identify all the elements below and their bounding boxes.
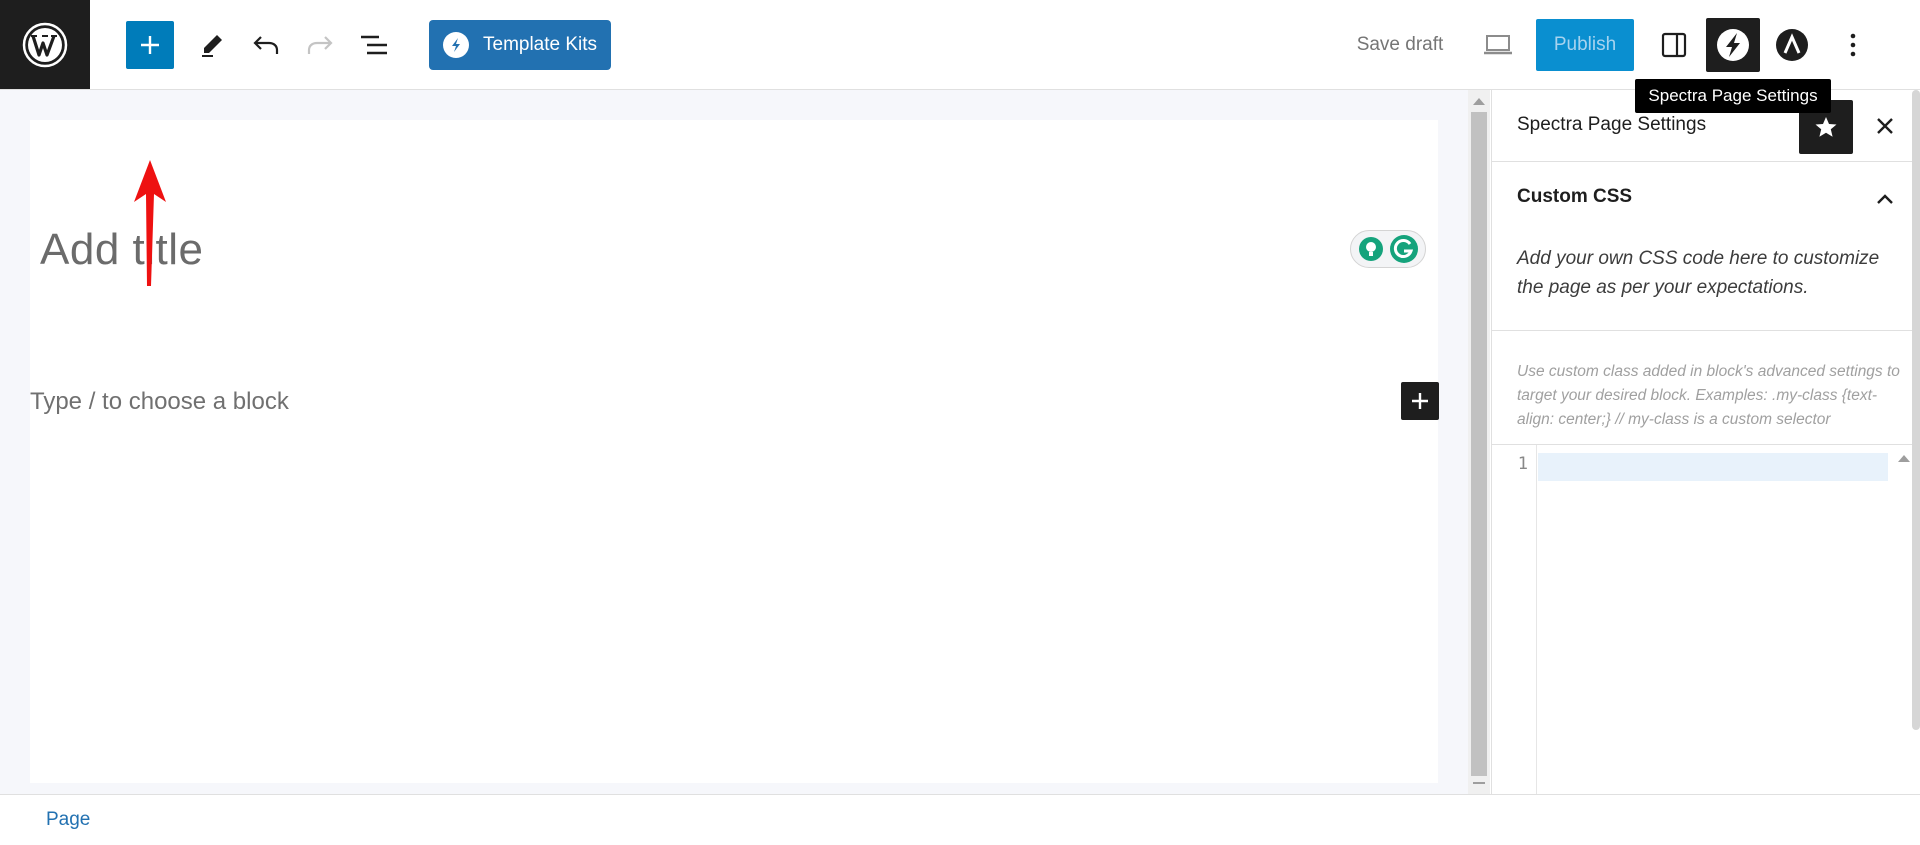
editor-header: Template Kits Save draft Publish — [0, 0, 1920, 90]
wordpress-logo-icon — [22, 22, 68, 67]
wordpress-logo-button[interactable] — [0, 0, 90, 89]
spectra-icon — [443, 32, 469, 58]
pencil-icon — [202, 35, 222, 57]
add-block-button[interactable] — [1401, 382, 1439, 420]
sidebar-scrollbar[interactable] — [1912, 90, 1920, 730]
preview-button[interactable] — [1476, 23, 1520, 67]
scroll-up-arrow[interactable] — [1898, 455, 1910, 462]
editor-footer: Page — [0, 794, 1920, 845]
annotation-arrow — [134, 160, 166, 286]
css-help-text: Use custom class added in block's advanc… — [1517, 363, 1900, 428]
more-vertical-icon — [1850, 33, 1856, 57]
active-code-line[interactable] — [1538, 453, 1888, 481]
settings-sidebar-toggle[interactable] — [1650, 21, 1698, 69]
close-sidebar-button[interactable] — [1863, 104, 1907, 148]
custom-css-panel-toggle[interactable]: Custom CSS — [1492, 162, 1920, 234]
spectra-page-settings-button[interactable] — [1706, 18, 1760, 72]
laptop-icon — [1484, 35, 1512, 55]
grammarly-g-icon[interactable] — [1389, 234, 1419, 264]
spectra-icon — [1717, 29, 1749, 61]
sidebar-icon — [1661, 32, 1687, 58]
undo-icon — [253, 36, 279, 54]
scroll-up-arrow[interactable] — [1473, 98, 1485, 105]
list-view-icon — [361, 35, 387, 55]
template-kits-button[interactable]: Template Kits — [429, 20, 611, 70]
block-appender-placeholder[interactable]: Type / to choose a block — [30, 388, 289, 416]
spectra-settings-sidebar: Spectra Page Settings Custom CSS Add you… — [1491, 90, 1920, 794]
editor-page: Add title Type / to choose a block — [30, 120, 1439, 783]
astra-settings-button[interactable] — [1768, 21, 1816, 69]
save-draft-button[interactable]: Save draft — [1340, 24, 1460, 66]
options-menu-button[interactable] — [1830, 21, 1876, 69]
document-overview-button[interactable] — [352, 21, 396, 69]
block-inserter-button[interactable] — [126, 21, 174, 69]
post-title-input[interactable]: Add title — [40, 225, 203, 275]
sidebar-title: Spectra Page Settings — [1517, 114, 1707, 135]
css-code-editor[interactable]: 1 — [1492, 445, 1920, 794]
plus-icon — [141, 36, 159, 54]
editor-canvas: Add title Type / to choose a block — [0, 90, 1468, 794]
astra-icon — [1776, 29, 1808, 61]
tools-button[interactable] — [190, 21, 234, 69]
redo-button[interactable] — [298, 21, 342, 69]
panel-description: Add your own CSS code here to customize … — [1517, 248, 1880, 298]
close-icon — [1877, 118, 1893, 134]
template-kits-label: Template Kits — [483, 34, 598, 55]
plus-icon — [1412, 393, 1428, 409]
spectra-settings-tooltip: Spectra Page Settings — [1635, 79, 1831, 113]
redo-icon — [307, 36, 333, 54]
star-icon — [1815, 117, 1837, 137]
divider — [1492, 330, 1920, 331]
line-number: 1 — [1517, 454, 1528, 474]
panel-title: Custom CSS — [1517, 186, 1633, 207]
chevron-up-icon — [1870, 184, 1900, 214]
grammarly-widget[interactable] — [1350, 230, 1426, 268]
grammarly-bulb-icon[interactable] — [1357, 235, 1385, 263]
breadcrumb-page[interactable]: Page — [46, 809, 90, 831]
line-number-gutter: 1 — [1492, 445, 1537, 794]
editor-scrollbar[interactable] — [1468, 90, 1490, 794]
scrollbar-thumb[interactable] — [1471, 112, 1487, 776]
scroll-down-arrow[interactable] — [1473, 782, 1485, 784]
undo-button[interactable] — [244, 21, 288, 69]
publish-button[interactable]: Publish — [1536, 19, 1634, 71]
